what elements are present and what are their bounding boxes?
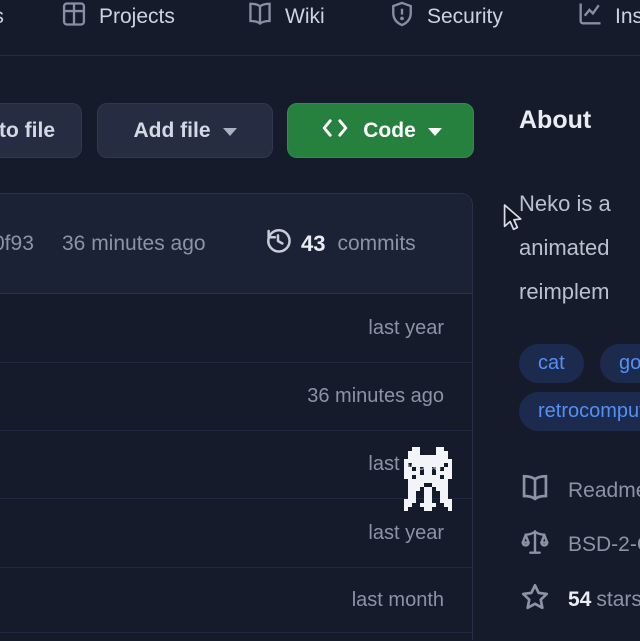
tab-wiki[interactable]: Wiki: [246, 0, 325, 34]
repo-description: Neko is a animated reimplem: [519, 182, 611, 314]
readme-link[interactable]: Readme: [519, 472, 640, 510]
license-label: BSD-2-Clause license: [568, 533, 640, 557]
code-button-label: Code: [363, 119, 416, 143]
file-row-age: last year: [368, 317, 444, 340]
chevron-down-icon: [428, 128, 442, 136]
tab-security[interactable]: Security: [388, 0, 503, 34]
add-file-label: Add file: [134, 119, 211, 143]
file-list-panel: 0f93 36 minutes ago 43 commits last year…: [0, 193, 473, 640]
stars-link[interactable]: 54stars: [519, 581, 640, 619]
go-to-file-label: Go to file: [0, 119, 55, 143]
topic-tag-retrocomputing[interactable]: retrocomputing: [519, 392, 640, 431]
commit-history-link[interactable]: 43 commits: [263, 194, 416, 293]
neko-cat-sprite: [404, 447, 408, 451]
file-row[interactable]: last month: [0, 568, 472, 633]
commit-time: 36 minutes ago: [62, 194, 206, 293]
tab-projects[interactable]: Projects: [60, 0, 175, 34]
file-row-age: last month: [352, 589, 444, 612]
latest-commit-bar: 0f93 36 minutes ago 43 commits: [0, 194, 472, 294]
code-button[interactable]: Code: [287, 103, 474, 158]
tab-security-label: Security: [427, 5, 503, 29]
tab-actions-label: Actions: [0, 5, 4, 29]
star-icon: [519, 581, 551, 619]
license-link[interactable]: BSD-2-Clause license: [519, 526, 640, 564]
shield-icon: [388, 0, 416, 34]
repo-nav: Actions Projects Wiki Security: [0, 0, 640, 56]
star-count-and-label: 54stars: [568, 588, 640, 612]
file-row-age: 36 minutes ago: [307, 385, 444, 408]
add-file-button[interactable]: Add file: [97, 103, 273, 158]
tab-projects-label: Projects: [99, 5, 175, 29]
topic-tag-cat[interactable]: cat: [519, 344, 584, 383]
graph-icon: [576, 0, 604, 34]
readme-label: Readme: [568, 479, 640, 503]
law-icon: [519, 526, 551, 564]
file-row-age: last year: [368, 453, 444, 476]
tab-wiki-label: Wiki: [285, 5, 325, 29]
tab-insights[interactable]: Insights: [576, 0, 640, 34]
chevron-down-icon: [223, 128, 237, 136]
file-row-age: last year: [368, 522, 444, 545]
file-row[interactable]: last year: [0, 499, 472, 568]
go-to-file-button[interactable]: Go to file: [0, 103, 82, 158]
commit-count: 43: [301, 231, 325, 257]
table-icon: [60, 0, 88, 34]
about-heading: About: [519, 106, 591, 135]
code-icon: [319, 116, 351, 146]
file-row[interactable]: last year: [0, 431, 472, 499]
commit-hash[interactable]: 0f93: [0, 194, 34, 293]
history-icon: [263, 226, 293, 261]
file-row[interactable]: 36 minutes ago: [0, 363, 472, 431]
book-icon: [246, 0, 274, 34]
commits-label: commits: [337, 232, 415, 256]
file-row[interactable]: last year: [0, 294, 472, 363]
stars-label: stars: [596, 588, 640, 611]
book-icon: [519, 472, 551, 510]
tab-insights-label: Insights: [615, 5, 640, 29]
topic-tag-golang[interactable]: golang: [600, 344, 640, 383]
star-count: 54: [568, 588, 591, 611]
mouse-cursor-icon: [503, 204, 522, 238]
tab-actions[interactable]: Actions: [0, 0, 4, 34]
